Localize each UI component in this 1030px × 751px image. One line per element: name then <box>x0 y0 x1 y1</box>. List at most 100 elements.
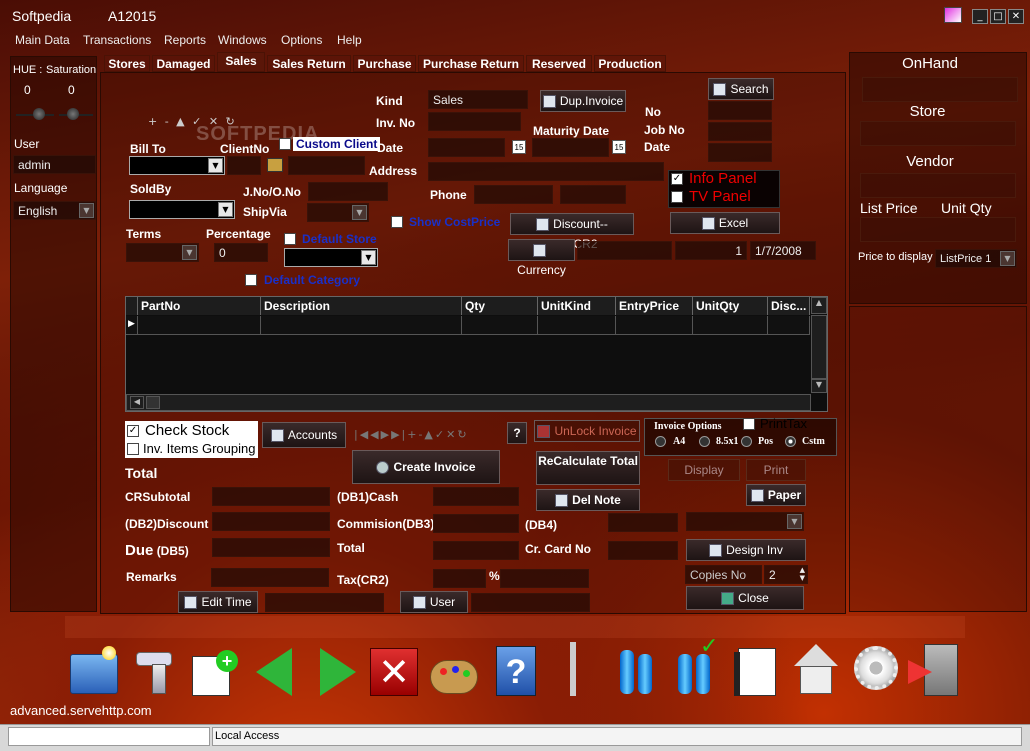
gear-icon[interactable] <box>850 640 902 700</box>
client-lookup-icon[interactable] <box>267 158 283 172</box>
invoice-nav-strip[interactable]: |◀◀▶▶|+-▲✓✕↻ <box>354 428 469 441</box>
edit-time-button[interactable]: Edit Time <box>178 591 258 613</box>
default-category-checkbox[interactable] <box>245 274 257 286</box>
currency-date-field[interactable]: 1/7/2008 <box>750 241 816 260</box>
job-no-field[interactable] <box>708 122 772 141</box>
close-icon[interactable]: ✕ <box>1008 9 1024 24</box>
date-field[interactable] <box>428 138 505 157</box>
excel-button[interactable]: Excel <box>670 212 780 234</box>
tax-percent-field[interactable] <box>433 569 486 588</box>
tv-panel-checkbox[interactable] <box>671 191 683 203</box>
search-button[interactable]: Search <box>708 78 774 100</box>
display-button[interactable]: Display <box>668 459 740 481</box>
check-stock-checkbox[interactable]: ✓ <box>127 425 139 437</box>
grid-cell[interactable] <box>462 316 538 335</box>
chevron-down-icon[interactable]: ▼ <box>79 203 94 218</box>
show-cost-price-checkbox[interactable] <box>391 216 403 228</box>
radio-cstm[interactable] <box>785 436 796 447</box>
tab-production[interactable]: Production <box>594 55 666 72</box>
edit-time-field[interactable] <box>265 593 384 612</box>
col-part-no[interactable]: PartNo <box>138 297 261 315</box>
address-field[interactable] <box>428 162 664 181</box>
db4-select[interactable]: ▼ <box>686 512 804 531</box>
due-field[interactable] <box>212 538 330 557</box>
hue-slider-thumb[interactable] <box>33 108 45 120</box>
default-store-select[interactable]: ▼ <box>284 248 378 267</box>
chevron-down-icon[interactable]: ▼ <box>208 158 223 173</box>
tax-amount-field[interactable] <box>500 569 589 588</box>
user-button[interactable]: User <box>400 591 468 613</box>
cr-card-field[interactable] <box>608 541 678 560</box>
currency-name-field[interactable] <box>577 241 672 260</box>
col-unit-qty[interactable]: UnitQty <box>693 297 768 315</box>
delete-icon[interactable]: ✕ <box>368 640 420 700</box>
chevron-down-icon[interactable]: ▼ <box>1000 251 1015 266</box>
open-folder-icon[interactable] <box>68 640 120 700</box>
sold-by-select[interactable]: ▼ <box>129 200 235 219</box>
vendor-field[interactable] <box>860 173 1016 198</box>
col-description[interactable]: Description <box>261 297 462 315</box>
exit-door-icon[interactable] <box>908 640 960 700</box>
vertical-scrollbar[interactable] <box>811 315 827 379</box>
inv-no-field[interactable] <box>428 112 521 131</box>
items-grid[interactable]: PartNo Description Qty UnitKind EntryPri… <box>125 296 828 412</box>
db1cash-field[interactable] <box>433 487 519 506</box>
close-button[interactable]: Close <box>686 586 804 610</box>
tab-stores[interactable]: Stores <box>104 55 150 72</box>
total-field[interactable] <box>433 541 519 560</box>
kind-field[interactable]: Sales <box>428 90 528 109</box>
maturity-date-field[interactable] <box>532 138 609 157</box>
paper-button[interactable]: Paper <box>746 484 806 506</box>
menu-main-data[interactable]: Main Data <box>15 33 70 47</box>
list-price-field[interactable] <box>860 217 1016 242</box>
remarks-field[interactable] <box>211 568 329 587</box>
jno-ono-field[interactable] <box>308 182 388 201</box>
radio-a4[interactable] <box>655 436 666 447</box>
document-stack-icon[interactable] <box>730 640 782 700</box>
store-field[interactable] <box>860 121 1016 146</box>
copies-stepper[interactable]: 2 ▲ ▼ <box>764 565 808 584</box>
chevron-down-icon[interactable]: ▼ <box>182 245 197 260</box>
bottles-icon[interactable] <box>612 640 664 700</box>
menu-options[interactable]: Options <box>281 33 322 47</box>
print-tax-checkbox[interactable] <box>743 418 755 430</box>
help-book-icon[interactable]: ? <box>492 640 544 700</box>
scroll-left-icon[interactable]: ◀ <box>130 396 144 409</box>
col-unit-kind[interactable]: UnitKind <box>538 297 616 315</box>
discount-button[interactable]: Discount-->DB\CR2 <box>510 213 634 251</box>
col-disc[interactable]: Disc... <box>768 297 810 315</box>
scroll-up-icon[interactable]: ▲ <box>811 297 827 314</box>
calendar-icon[interactable]: 15 <box>512 140 526 154</box>
tab-damaged[interactable]: Damaged <box>152 55 215 72</box>
tab-purchase[interactable]: Purchase <box>353 55 416 72</box>
del-note-button[interactable]: Del Note <box>536 489 640 511</box>
info-panel-checkbox[interactable]: ✓ <box>671 173 683 185</box>
grid-cell[interactable] <box>261 316 462 335</box>
horizontal-scrollbar[interactable] <box>126 394 811 411</box>
phone-field-2[interactable] <box>560 185 626 204</box>
col-entry-price[interactable]: EntryPrice <box>616 297 693 315</box>
scroll-thumb[interactable] <box>146 396 160 409</box>
print-button[interactable]: Print <box>746 459 806 481</box>
create-invoice-button[interactable]: Create Invoice <box>352 450 500 484</box>
db2discount-field[interactable] <box>212 512 330 531</box>
job-date-field[interactable] <box>708 143 772 162</box>
user-field[interactable]: admin <box>13 155 96 174</box>
inv-grouping-checkbox[interactable] <box>127 443 139 455</box>
maximize-icon[interactable]: □ <box>990 9 1006 24</box>
grid-cell[interactable] <box>616 316 693 335</box>
grid-cell[interactable] <box>768 316 810 335</box>
crsubtotal-field[interactable] <box>212 487 330 506</box>
language-select[interactable]: English ▼ <box>13 201 96 220</box>
client-no-field[interactable] <box>227 156 261 175</box>
grid-cell[interactable] <box>693 316 768 335</box>
menu-help[interactable]: Help <box>337 33 362 47</box>
bill-to-select[interactable]: ▼ <box>129 156 225 175</box>
saturation-slider-thumb[interactable] <box>67 108 79 120</box>
grid-cell[interactable] <box>138 316 261 335</box>
terms-select[interactable]: ▼ <box>126 243 199 262</box>
currency-rate-field[interactable]: 1 <box>675 241 747 260</box>
tab-reserved[interactable]: Reserved <box>526 55 592 72</box>
client-name-field[interactable] <box>288 156 365 175</box>
commission-field[interactable] <box>433 514 519 533</box>
